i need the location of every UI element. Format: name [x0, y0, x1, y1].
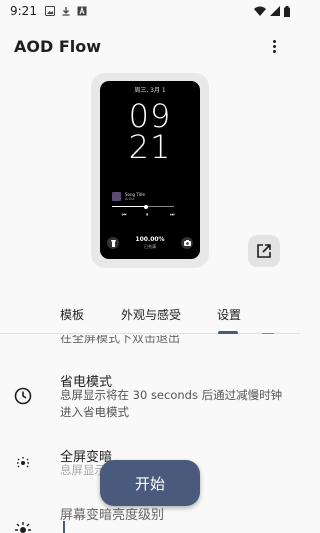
battery-icon — [284, 5, 290, 17]
pause-icon: ⏸ — [146, 212, 149, 218]
tab-templates[interactable]: 模板 — [60, 306, 84, 323]
app-notification-icon — [77, 6, 87, 16]
media-card: Song Title Artist ⏮ ⏸ ⏭ — [112, 192, 190, 224]
camera-icon — [181, 237, 193, 249]
tab-appearance[interactable]: 外观与感受 — [121, 306, 181, 323]
aod-preview[interactable]: 周三, 3月 1 09 21 Song Title Artist ⏮ ⏸ ⏭ 1… — [91, 73, 209, 268]
tab-indicator — [218, 331, 238, 334]
scroll-hint — [262, 333, 274, 334]
tab-bar: 模板 外观与感受 设置 — [0, 300, 300, 334]
preview-date: 周三, 3月 1 — [134, 87, 166, 94]
app-bar: AOD Flow — [0, 28, 300, 64]
brightness-icon — [15, 522, 31, 533]
dim-level-title[interactable]: 屏幕变暗亮度级别 — [60, 504, 164, 523]
seek-bar-fill — [112, 206, 147, 207]
song-artist: Artist — [125, 197, 135, 201]
open-in-new-icon — [257, 244, 271, 258]
power-saving-desc: 息屏显示将在 30 seconds 后通过减慢时钟进入省电模式 — [60, 388, 283, 419]
system-icons — [254, 5, 290, 17]
image-icon — [44, 6, 55, 16]
seek-thumb — [144, 204, 149, 209]
wifi-icon — [254, 6, 266, 16]
brightness-low-icon — [17, 457, 29, 468]
preview-minute: 21 — [128, 128, 172, 166]
tab-settings[interactable]: 设置 — [217, 306, 241, 323]
status-time: 9:21 — [10, 4, 37, 18]
signal-icon — [270, 6, 280, 16]
notification-icons — [44, 6, 87, 16]
album-art — [112, 192, 121, 201]
dim-level-slider[interactable] — [63, 521, 65, 533]
status-bar: 9:21 — [0, 0, 300, 22]
clock-icon — [14, 387, 32, 405]
setting-desc-partial: 在全屏模式下双击退出 — [60, 335, 181, 345]
previous-icon: ⏮ — [122, 212, 127, 218]
open-external-button[interactable] — [248, 235, 280, 267]
overflow-menu-button[interactable] — [262, 34, 286, 58]
more-vert-icon — [272, 39, 276, 43]
next-icon: ⏭ — [170, 212, 175, 218]
app-title: AOD Flow — [14, 36, 102, 56]
download-icon — [62, 7, 70, 16]
start-button[interactable]: 开始 — [100, 460, 200, 506]
preview-screen: 周三, 3月 1 09 21 Song Title Artist ⏮ ⏸ ⏭ 1… — [100, 81, 200, 259]
